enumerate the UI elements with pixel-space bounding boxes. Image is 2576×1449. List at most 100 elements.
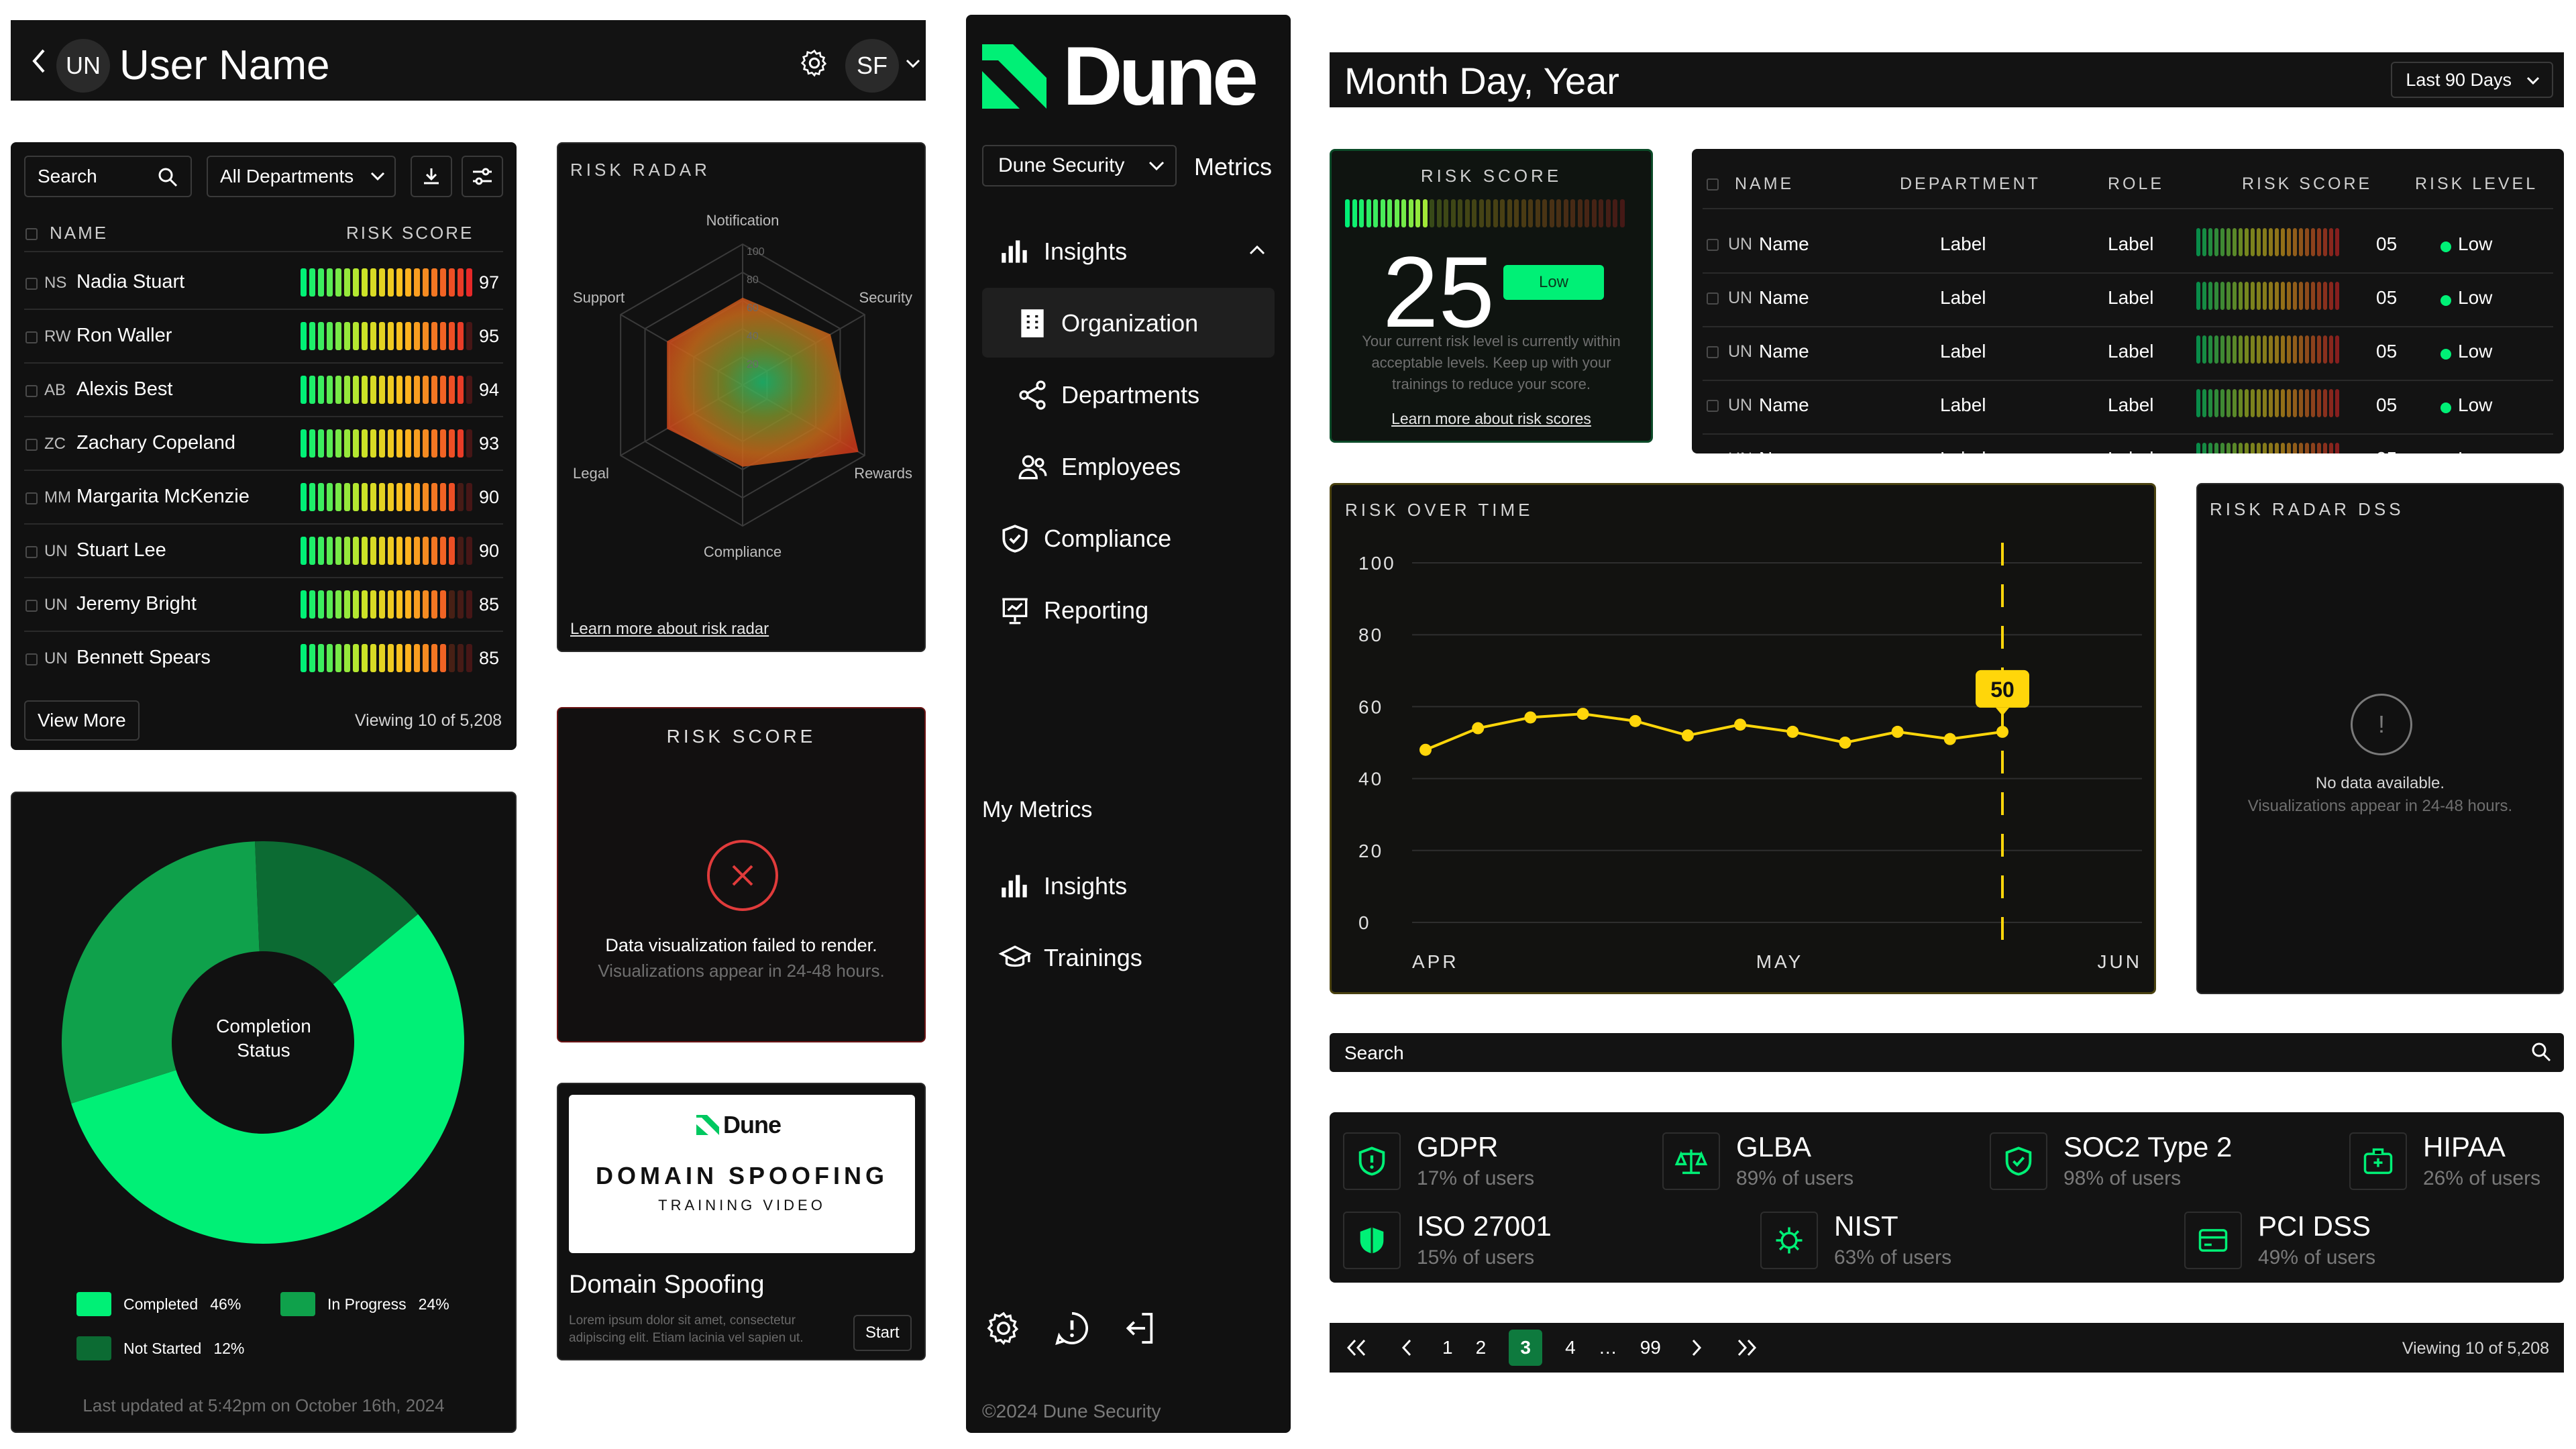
row-checkbox[interactable] xyxy=(1707,346,1719,358)
next-page-icon[interactable] xyxy=(1684,1338,1711,1358)
row-checkbox[interactable] xyxy=(25,278,38,290)
page-button[interactable]: 2 xyxy=(1476,1337,1487,1358)
row-checkbox[interactable] xyxy=(1707,239,1719,251)
gear-icon[interactable] xyxy=(985,1309,1022,1347)
row-checkbox[interactable] xyxy=(25,653,38,665)
sidebar-item-employees[interactable]: Employees xyxy=(982,431,1275,501)
row-checkbox[interactable] xyxy=(25,385,38,397)
row-score: 90 xyxy=(479,541,500,561)
chevron-up-icon[interactable] xyxy=(1249,244,1265,255)
risk-bar-segment xyxy=(431,268,437,297)
risk-bar-segment xyxy=(405,590,411,619)
search-input-2[interactable]: Search xyxy=(1330,1033,2564,1072)
last-page-icon[interactable] xyxy=(1733,1338,1760,1358)
y-tick-label: 80 xyxy=(1358,625,1383,645)
sidebar-item-reporting[interactable]: Reporting xyxy=(982,575,1275,645)
sidebar-item-departments[interactable]: Departments xyxy=(982,360,1275,429)
search-input[interactable]: Search xyxy=(24,156,192,197)
row-checkbox[interactable] xyxy=(25,600,38,612)
data-point xyxy=(1576,708,1589,720)
select-all-checkbox[interactable] xyxy=(25,228,38,240)
risk-bar-segment xyxy=(309,376,315,404)
risk-bar-segment xyxy=(2335,335,2339,364)
select-all-checkbox[interactable] xyxy=(1707,178,1719,191)
page-button[interactable]: 3 xyxy=(1509,1330,1543,1366)
alert-circle-icon[interactable] xyxy=(1053,1309,1091,1347)
risk-radar-link[interactable]: Learn more about risk radar xyxy=(570,620,769,639)
risk-bar-segment xyxy=(2281,443,2285,453)
department-select[interactable]: All Departments xyxy=(207,156,396,197)
compliance-item-gdpr[interactable]: GDPR 17% of users xyxy=(1343,1123,1652,1193)
my-metrics-item-insights[interactable]: Insights xyxy=(982,856,1275,916)
gear-icon[interactable] xyxy=(796,44,833,82)
logout-icon[interactable] xyxy=(1122,1309,1159,1347)
compliance-sub: 89% of users xyxy=(1736,1167,1854,1189)
col-risk-level: RISK LEVEL xyxy=(2415,174,2538,193)
risk-bar-segment xyxy=(2323,335,2327,364)
metrics-label[interactable]: Metrics xyxy=(1194,153,1272,181)
table-row[interactable]: UN Stuart Lee 90 xyxy=(11,525,517,578)
pagination: 1 2 3 4 … 99 Viewing 10 of 5,208 xyxy=(1330,1323,2564,1373)
row-checkbox[interactable] xyxy=(25,439,38,451)
share-icon xyxy=(1016,378,1049,412)
table-row[interactable]: NS Nadia Stuart 97 xyxy=(11,256,517,310)
my-metrics-item-trainings[interactable]: Trainings xyxy=(982,928,1275,988)
risk-bar-segment xyxy=(458,322,464,350)
range-select[interactable]: Last 90 Days xyxy=(2391,62,2553,98)
row-checkbox[interactable] xyxy=(25,492,38,504)
compliance-item-iso-27001[interactable]: ISO 27001 15% of users xyxy=(1343,1202,1652,1272)
sidebar-item-organization[interactable]: Organization xyxy=(982,288,1275,358)
date-label: Month Day, Year xyxy=(1344,60,1619,102)
row-initials: UN xyxy=(1728,235,1753,254)
compliance-item-nist[interactable]: NIST 63% of users xyxy=(1760,1202,2069,1272)
risk-bar-segment xyxy=(2226,443,2231,453)
row-checkbox[interactable] xyxy=(25,546,38,558)
first-page-icon[interactable] xyxy=(1343,1338,1370,1358)
table-row[interactable]: UN Name Label Label 05 Low xyxy=(1692,274,2564,327)
view-more-button[interactable]: View More xyxy=(24,700,140,741)
account-avatar[interactable]: SF xyxy=(845,39,899,93)
table-row[interactable]: UN Bennett Spears 85 xyxy=(11,632,517,686)
org-select[interactable]: Dune Security xyxy=(982,145,1177,186)
row-department: Label xyxy=(1940,341,1986,362)
page-button[interactable]: 4 xyxy=(1565,1337,1576,1358)
table-row[interactable]: UN Name Label Label 05 Low xyxy=(1692,381,2564,435)
risk-bar-segment xyxy=(440,322,446,350)
col-department: DEPARTMENT xyxy=(1900,174,2041,193)
table-row[interactable]: MM Margarita McKenzie 90 xyxy=(11,471,517,525)
page-button[interactable]: 1 xyxy=(1442,1337,1453,1358)
compliance-item-pci-dss[interactable]: PCI DSS 49% of users xyxy=(2184,1202,2493,1272)
filter-button[interactable] xyxy=(462,156,503,197)
row-checkbox[interactable] xyxy=(25,331,38,343)
chevron-down-icon xyxy=(370,172,385,181)
risk-bar-segment xyxy=(2251,335,2255,364)
risk-bar-segment xyxy=(466,644,472,672)
download-button[interactable] xyxy=(411,156,452,197)
risk-score-link[interactable]: Learn more about risk scores xyxy=(1332,410,1651,428)
table-row[interactable]: UN Name Label Label 05 Low xyxy=(1692,435,2564,453)
table-row[interactable]: AB Alexis Best 94 xyxy=(11,364,517,417)
table-row[interactable]: RW Ron Waller 95 xyxy=(11,310,517,364)
risk-bar-segment xyxy=(2196,389,2200,417)
table-row[interactable]: ZC Zachary Copeland 93 xyxy=(11,417,517,471)
sidebar-item-insights[interactable]: Insights xyxy=(982,216,1275,286)
start-button[interactable]: Start xyxy=(853,1315,912,1351)
table-row[interactable]: UN Jeremy Bright 85 xyxy=(11,578,517,632)
row-checkbox[interactable] xyxy=(1707,292,1719,305)
compliance-item-glba[interactable]: GLBA 89% of users xyxy=(1662,1123,1971,1193)
table-row[interactable]: UN Name Label Label 05 Low xyxy=(1692,327,2564,381)
compliance-item-soc2-type-2[interactable]: SOC2 Type 2 98% of users xyxy=(1990,1123,2298,1193)
table-row[interactable]: UN Name Label Label 05 Low xyxy=(1692,220,2564,274)
risk-bar-segment xyxy=(440,537,446,565)
prev-page-icon[interactable] xyxy=(1393,1338,1419,1358)
row-checkbox[interactable] xyxy=(1707,400,1719,412)
compliance-item-hipaa[interactable]: HIPAA 26% of users xyxy=(2349,1123,2564,1193)
chevron-down-icon[interactable] xyxy=(903,54,923,74)
chevron-left-icon[interactable] xyxy=(23,44,56,78)
legend-item: Not Started 12% xyxy=(76,1336,244,1360)
risk-bar-segment xyxy=(2311,228,2315,256)
training-thumbnail[interactable]: Dune DOMAIN SPOOFING TRAINING VIDEO xyxy=(569,1095,915,1253)
completion-card: Completion Status Completed 46% In Progres… xyxy=(11,792,517,1433)
sidebar-item-compliance[interactable]: Compliance xyxy=(982,503,1275,573)
page-button[interactable]: 99 xyxy=(1640,1337,1661,1358)
